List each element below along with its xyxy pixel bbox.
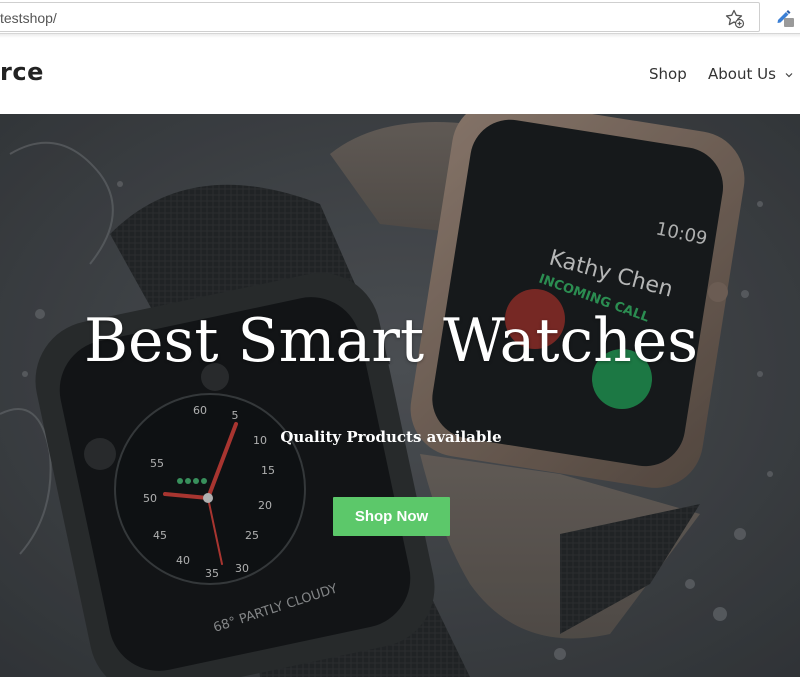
chevron-down-icon <box>785 72 793 77</box>
pen-extension-icon[interactable] <box>774 6 796 28</box>
nav-about-dropdown[interactable]: About Us <box>708 65 793 83</box>
shop-now-button[interactable]: Shop Now <box>333 497 450 536</box>
hero-section: 10:09 Kathy Chen INCOMING CALL 60 5 10 15 … <box>0 114 800 677</box>
nav-about-label: About Us <box>708 65 776 83</box>
hero-overlay <box>0 114 800 677</box>
browser-toolbar: testshop/ <box>0 0 800 34</box>
hero-title: Best Smart Watches <box>83 306 699 376</box>
address-bar[interactable]: testshop/ <box>0 2 760 32</box>
hero-subtitle: Quality Products available <box>280 428 502 446</box>
bookmark-star-icon[interactable] <box>724 8 746 30</box>
address-url[interactable]: testshop/ <box>0 10 57 26</box>
site-header: rce Shop About Us <box>0 38 800 114</box>
nav-shop-link[interactable]: Shop <box>649 65 687 83</box>
site-logo[interactable]: rce <box>0 58 44 86</box>
